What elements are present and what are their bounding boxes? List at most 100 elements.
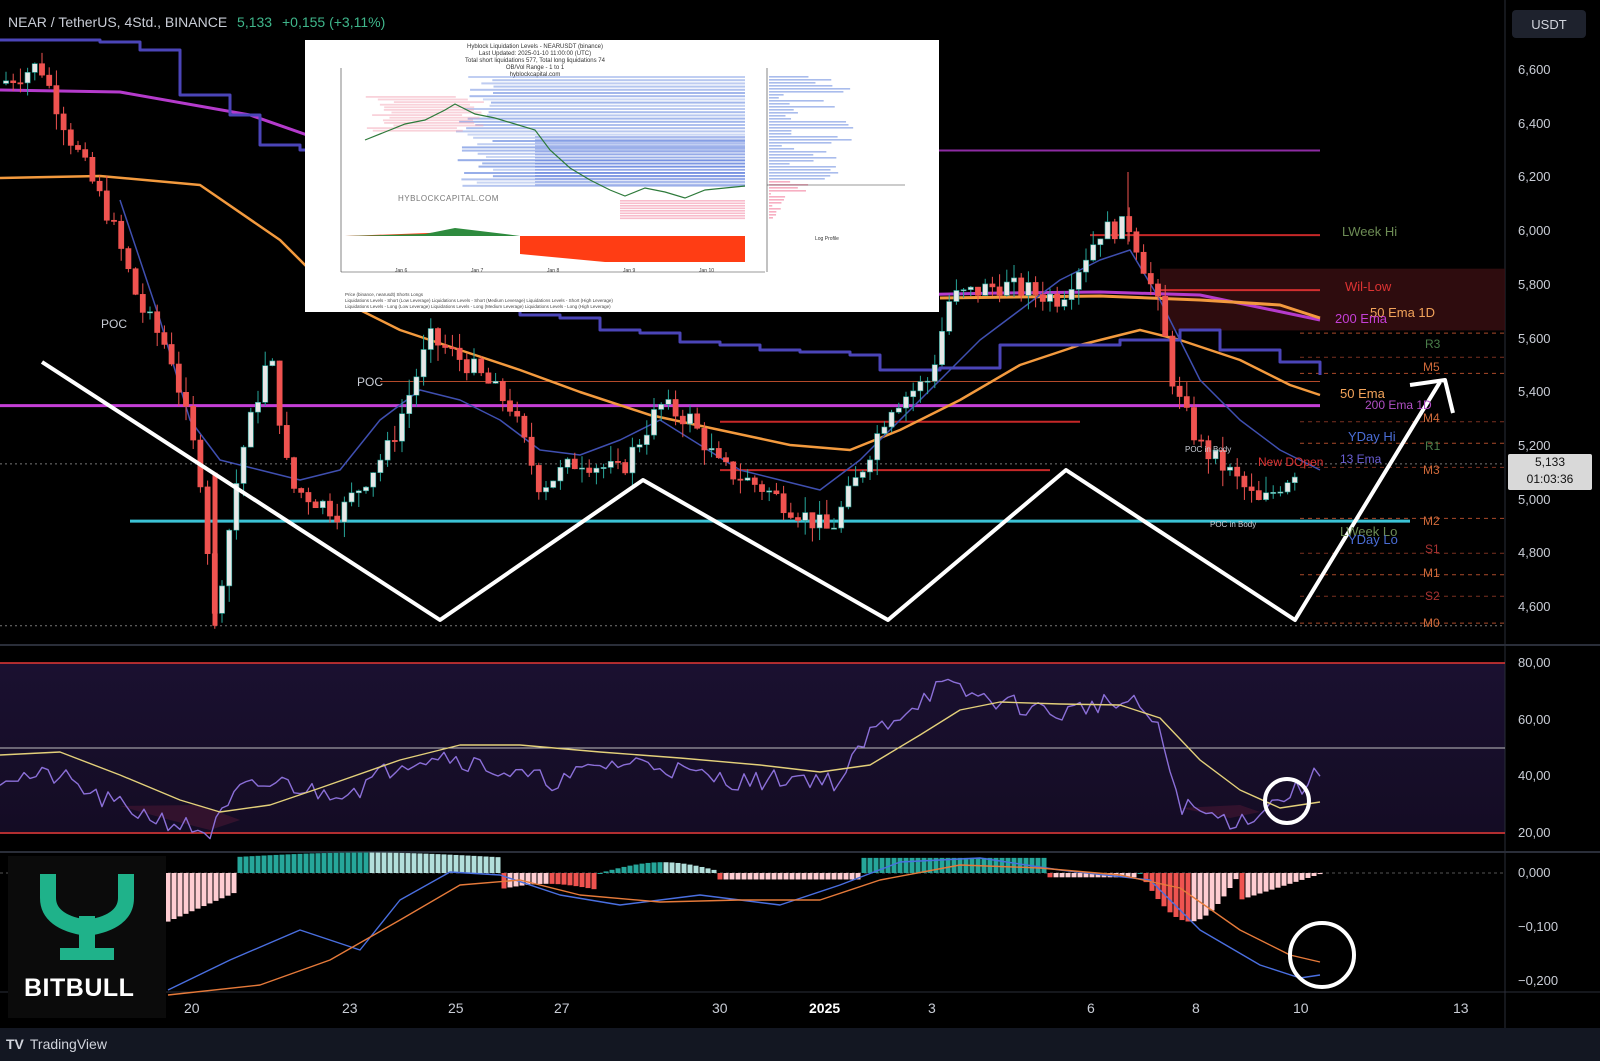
macd-histogram-bar [315, 853, 321, 873]
candle-body [931, 364, 938, 382]
rsi-axis-tick: 80,00 [1518, 655, 1551, 670]
candle-body [1025, 282, 1032, 296]
inset-short-liq-band [464, 108, 745, 110]
macd-histogram-bar [237, 856, 243, 873]
candle-body [939, 330, 945, 365]
inset-log-profile-bar [769, 169, 831, 171]
candle-body [1291, 476, 1298, 484]
inset-short-liq-band [535, 160, 745, 162]
macd-histogram-bar [861, 857, 867, 873]
candle-body [89, 157, 96, 182]
candle-body [543, 487, 549, 493]
macd-histogram-bar [1269, 873, 1275, 890]
candle-body [989, 283, 996, 288]
macd-histogram-bar [651, 862, 657, 873]
macd-histogram-bar [453, 854, 459, 873]
label-m3: M3 [1423, 463, 1440, 477]
inset-short-liq-band [535, 166, 745, 168]
price-axis-tick: 6,400 [1518, 115, 1551, 131]
macd-histogram-bar [687, 864, 693, 873]
candle-body [1054, 293, 1061, 307]
symbol-name[interactable]: NEAR / TetherUS, 4Std., BINANCE [8, 14, 227, 30]
inset-log-profile-bar [769, 190, 806, 192]
candle-body [1227, 466, 1233, 471]
candle-body [226, 529, 233, 587]
candle-body [435, 328, 441, 346]
macd-histogram-bar [1011, 857, 1017, 873]
macd-histogram-bar [1047, 873, 1053, 878]
macd-histogram-bar [645, 862, 651, 873]
inset-log-profile-bar [769, 100, 824, 102]
inset-x-jan10: Jan 10 [699, 268, 715, 274]
currency-button[interactable]: USDT [1512, 10, 1586, 38]
inset-log-profile-bar [769, 199, 784, 201]
label-m1: M1 [1423, 566, 1440, 580]
inset-short-liq-band [535, 169, 745, 171]
current-price-tag: 5,133 01:03:36 [1508, 454, 1592, 490]
macd-histogram-bar [567, 873, 573, 886]
macd-histogram-bar [657, 862, 663, 873]
inset-x-jan6: Jan 6 [395, 268, 408, 274]
candle-body [1176, 385, 1183, 397]
macd-histogram-bar [1293, 873, 1299, 882]
candle-body [1068, 289, 1075, 300]
candle-body [636, 444, 643, 448]
macd-histogram-bar [411, 853, 417, 873]
label-lweek-hi: LWeek Hi [1342, 224, 1398, 239]
macd-histogram-bar [435, 854, 441, 873]
candle-body [759, 484, 765, 492]
candle-body [406, 394, 413, 415]
inset-short-liq-band [489, 104, 745, 107]
price-axis-tick: 5,000 [1518, 491, 1551, 507]
candle-body [384, 440, 391, 461]
candle-body [852, 477, 859, 487]
candle-body [204, 486, 211, 554]
macd-axis-tick: −0,200 [1518, 973, 1559, 988]
candle-body [859, 471, 866, 478]
candle-body [816, 514, 823, 529]
candle-body [67, 129, 74, 146]
macd-histogram-bar [999, 857, 1005, 873]
macd-histogram-bar [723, 873, 729, 880]
macd-histogram-bar [345, 852, 351, 873]
tradingview-logo[interactable]: TV TradingView [6, 1036, 107, 1052]
macd-histogram-bar [585, 873, 591, 889]
candle-body [701, 427, 708, 451]
macd-histogram-bar [231, 873, 237, 894]
label-poc-in-body-1: POC in Body [1185, 445, 1232, 454]
candle-body [1198, 439, 1205, 442]
price-axis-tick: 5,200 [1518, 437, 1551, 453]
time-axis-tick: 23 [342, 1000, 358, 1016]
macd-histogram-bar [1203, 873, 1209, 916]
candle-body [334, 515, 341, 523]
candle-body [276, 360, 283, 426]
inset-x-jan8: Jan 8 [547, 268, 560, 274]
inset-short-liq-band [535, 181, 745, 183]
macd-histogram-bar [831, 873, 837, 880]
macd-histogram-bar [675, 862, 681, 873]
candle-body [528, 436, 535, 466]
macd-histogram-bar [423, 853, 429, 873]
candle-body [1155, 283, 1161, 297]
macd-histogram-bar [543, 873, 549, 884]
label-yday-hi: YDay Hi [1348, 429, 1396, 444]
candle-body [1263, 492, 1269, 500]
candle-body [831, 527, 837, 530]
inset-long-liq-band [383, 109, 474, 111]
candle-body [571, 458, 578, 470]
inset-long-liq-band [372, 114, 463, 116]
candle-body [46, 74, 53, 86]
inset-x-jan7: Jan 7 [471, 268, 484, 274]
candle-body [355, 490, 362, 494]
candle-body [1039, 294, 1046, 302]
candle-body [53, 85, 60, 115]
candle-body [82, 149, 89, 158]
macd-histogram-bar [447, 854, 453, 873]
candle-body [1097, 238, 1104, 246]
chart-stage[interactable]: NEAR / TetherUS, 4Std., BINANCE 5,133 +0… [0, 0, 1600, 1061]
price-axis-tick: 6,000 [1518, 223, 1551, 239]
macd-histogram-bar [1251, 873, 1257, 896]
symbol-header[interactable]: NEAR / TetherUS, 4Std., BINANCE 5,133 +0… [8, 14, 385, 30]
macd-histogram-bar [849, 873, 855, 880]
macd-histogram-bar [1281, 873, 1287, 886]
